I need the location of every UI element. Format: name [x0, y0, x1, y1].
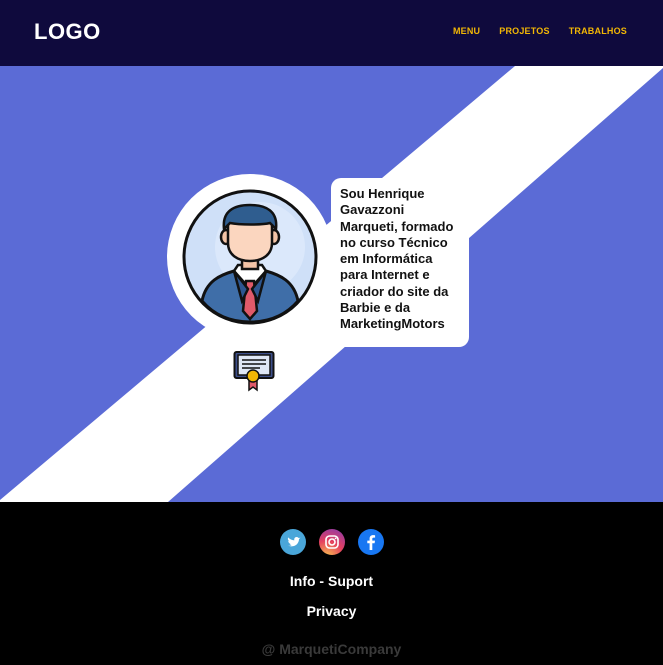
site-header: LOGO MENU PROJETOS TRABALHOS [0, 0, 663, 66]
social-links [280, 529, 384, 555]
instagram-icon[interactable] [319, 529, 345, 555]
certificate-icon [233, 351, 275, 392]
avatar-frame [167, 174, 333, 340]
hero-section: Sou Henrique Gavazzoni Marqueti, formado… [0, 66, 663, 502]
nav-projetos-link[interactable]: PROJETOS [499, 26, 549, 36]
bio-card: Sou Henrique Gavazzoni Marqueti, formado… [331, 178, 469, 347]
site-logo[interactable]: LOGO [34, 19, 101, 45]
nav-menu-link[interactable]: MENU [453, 26, 480, 36]
facebook-icon[interactable] [358, 529, 384, 555]
site-footer: Info - Suport Privacy @ MarquetiCompany [0, 502, 663, 665]
avatar-icon [182, 189, 318, 325]
main-nav: MENU PROJETOS TRABALHOS [453, 26, 627, 36]
nav-trabalhos-link[interactable]: TRABALHOS [569, 26, 627, 36]
company-credit: @ MarquetiCompany [261, 641, 402, 657]
info-support-link[interactable]: Info - Suport [0, 573, 663, 589]
twitter-icon[interactable] [280, 529, 306, 555]
privacy-link[interactable]: Privacy [0, 603, 663, 619]
